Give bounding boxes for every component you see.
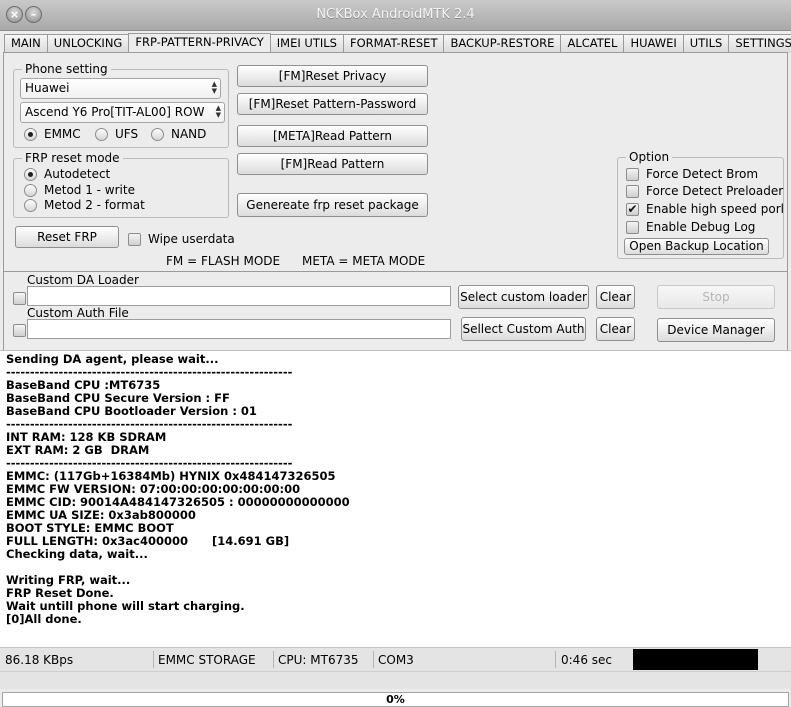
brand-select[interactable]: Huawei ▲ ▼ [20,78,221,99]
checkbox-indicator [626,220,639,234]
log-line: Writing FRP, wait... [6,573,131,587]
open-backup-location-button[interactable]: Open Backup Location [624,238,769,255]
force-detect-brom-checkbox[interactable]: Force Detect Brom [626,167,758,181]
radio-indicator [151,127,164,141]
log-line: Wait untill phone will start charging. [6,599,245,613]
option-legend: Option [626,150,673,164]
status-time: 0:46 sec [561,653,612,667]
debug-log-checkbox[interactable]: Enable Debug Log [626,220,755,234]
frp-mode-label: Metod 1 - write [44,183,135,197]
select-custom-loader-button[interactable]: Select custom loader [458,285,589,309]
status-cpu: CPU: MT6735 [278,653,359,667]
checkbox-indicator [626,167,639,181]
checkmark-icon: ✔ [626,201,639,216]
radio-indicator [24,167,37,181]
checkbox-indicator [128,232,141,246]
status-separator [373,651,374,668]
status-speed: 86.18 KBps [5,653,74,667]
log-line: [0]All done. [6,612,82,626]
storage-label-nand: NAND [171,127,207,141]
option-label: Enable Debug Log [646,220,756,234]
status-separator [153,651,154,668]
high-speed-port-checkbox[interactable]: ✔ Enable high speed porl [626,202,784,216]
custom-auth-label: Custom Auth File [27,306,129,320]
status-redacted-box [633,649,758,670]
option-label: Force Detect Preloader [646,184,784,198]
fm-read-pattern-button[interactable]: [FM]Read Pattern [237,153,428,175]
option-label: Force Detect Brom [646,167,759,181]
custom-da-field[interactable] [27,286,451,306]
generate-frp-package-button[interactable]: Genereate frp reset package [237,193,428,217]
tab-settings[interactable]: SETTINGS [728,34,791,53]
meta-read-pattern-button[interactable]: [META]Read Pattern [237,125,428,147]
clear-da-button[interactable]: Clear [596,285,635,309]
device-manager-button[interactable]: Device Manager [657,318,775,342]
frp-mode-metod-2[interactable]: Metod 2 - format [24,198,145,212]
status-storage: EMMC STORAGE [158,653,256,667]
wipe-userdata-label: Wipe userdata [148,232,235,246]
tab-alcatel[interactable]: ALCATEL [560,34,625,53]
clear-auth-button[interactable]: Clear [596,317,635,341]
radio-indicator [24,127,37,141]
checkbox-indicator [626,184,639,198]
frp-mode-metod-1[interactable]: Metod 1 - write [24,183,135,197]
tab-imei-utils[interactable]: IMEI UTILS [269,34,344,53]
log-line: Checking data, wait... [6,547,148,561]
custom-files-panel: Custom DA Loader Select custom loader Cl… [3,271,788,351]
custom-auth-field[interactable] [27,319,451,339]
app-body: MAIN UNLOCKING FRP-PATTERN-PRIVACY IMEI … [0,31,791,707]
radio-indicator [95,127,108,141]
storage-radio-nand[interactable]: NAND [151,127,206,141]
brand-select-value: Huawei [25,81,70,95]
reset-pattern-password-button[interactable]: [FM]Reset Pattern-Password [237,93,428,115]
reset-frp-button[interactable]: Reset FRP [15,226,119,248]
tab-main[interactable]: MAIN [4,34,48,53]
status-separator [273,651,274,668]
progress-label: 0% [386,693,405,706]
select-custom-auth-button[interactable]: Sellect Custom Auth [461,317,586,341]
frp-mode-label: Autodetect [44,167,111,181]
tab-bar: MAIN UNLOCKING FRP-PATTERN-PRIVACY IMEI … [4,33,791,53]
status-bar: 86.18 KBps EMMC STORAGE CPU: MT6735 COM3… [0,647,791,671]
wipe-userdata-checkbox[interactable]: Wipe userdata [128,232,235,246]
tab-backup-restore[interactable]: BACKUP-RESTORE [443,34,562,53]
tab-unlocking[interactable]: UNLOCKING [46,34,130,53]
storage-radio-emmc[interactable]: EMMC [24,127,81,141]
tab-utils[interactable]: UTILS [682,34,730,53]
frp-reset-mode-legend: FRP reset mode [22,151,123,165]
status-separator [555,651,556,668]
tab-format-reset[interactable]: FORMAT-RESET [342,34,445,53]
option-label: Enable high speed porl [646,202,784,216]
status-port: COM3 [378,653,414,667]
reset-privacy-button[interactable]: [FM]Reset Privacy [237,65,428,87]
title-bar: × – NCKBox AndroidMTK 2.4 [0,0,791,31]
radio-indicator [24,183,37,197]
storage-label-ufs: UFS [115,127,139,141]
log-output[interactable]: Sending DA agent, please wait... --------… [0,350,791,647]
secondary-status-bar [0,671,791,689]
frp-mode-label: Metod 2 - format [44,198,145,212]
storage-label-emmc: EMMC [44,127,81,141]
progress-bar: 0% [2,692,789,707]
model-select[interactable]: Ascend Y6 Pro[TIT-AL00] ROW ▲ ▼ [20,102,225,123]
custom-da-checkbox[interactable] [13,292,26,305]
fm-mode-note: FM = FLASH MODE [166,254,281,268]
select-arrows-icon: ▲ ▼ [215,104,221,119]
tab-frp-pattern-privacy[interactable]: FRP-PATTERN-PRIVACY [128,33,271,53]
custom-auth-checkbox[interactable] [13,324,26,337]
force-detect-preloader-checkbox[interactable]: Force Detect Preloader [626,184,783,198]
custom-da-label: Custom DA Loader [27,273,139,287]
frp-tab-panel: Phone setting Huawei ▲ ▼ Ascend Y6 Pro[TI… [3,52,788,292]
stop-button[interactable]: Stop [657,285,775,309]
storage-radio-ufs[interactable]: UFS [95,127,138,141]
tab-huawei[interactable]: HUAWEI [623,34,684,53]
radio-indicator [24,198,37,212]
model-select-value: Ascend Y6 Pro[TIT-AL00] ROW [25,105,205,119]
window-title: NCKBox AndroidMTK 2.4 [316,7,475,22]
meta-mode-note: META = META MODE [302,254,426,268]
phone-setting-legend: Phone setting [22,62,111,76]
select-arrows-icon: ▲ ▼ [211,80,217,95]
frp-mode-autodetect[interactable]: Autodetect [24,167,110,181]
